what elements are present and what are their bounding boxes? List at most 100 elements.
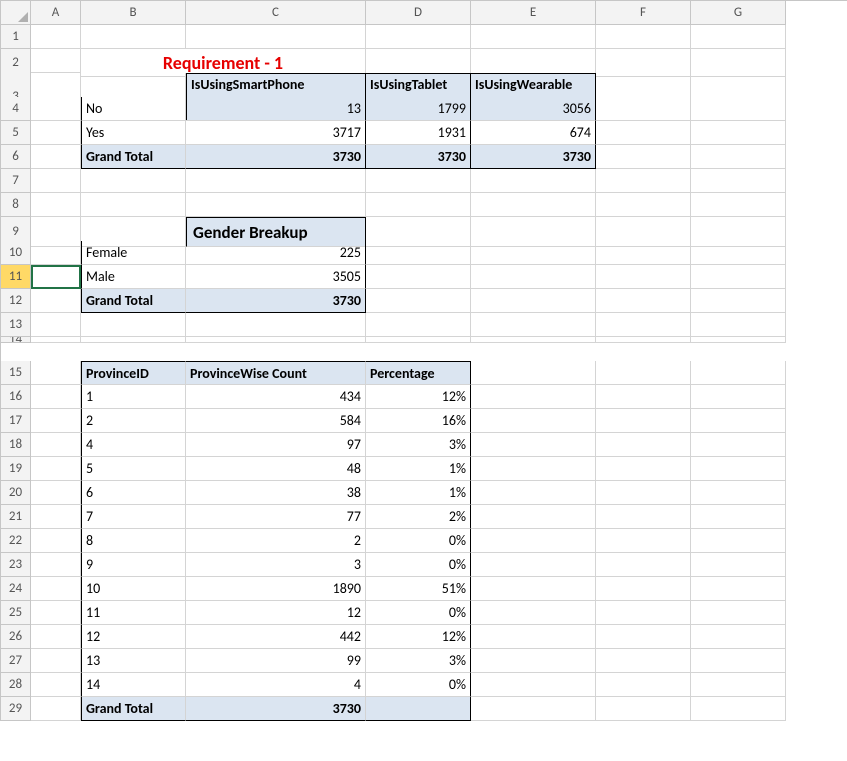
cell[interactable]	[471, 457, 596, 481]
cell[interactable]	[81, 25, 186, 49]
cell[interactable]	[691, 529, 786, 553]
cell[interactable]	[31, 529, 81, 553]
cell[interactable]	[691, 625, 786, 649]
col-header-C[interactable]: C	[186, 1, 366, 25]
cell[interactable]	[596, 433, 691, 457]
active-cell-a11[interactable]	[31, 265, 81, 289]
cell[interactable]	[31, 361, 81, 385]
cell[interactable]	[471, 241, 596, 265]
cell[interactable]	[691, 409, 786, 433]
cell[interactable]	[366, 265, 471, 289]
cell[interactable]	[31, 577, 81, 601]
cell[interactable]	[471, 577, 596, 601]
row-header-14[interactable]: 14	[1, 337, 31, 343]
cell[interactable]	[31, 121, 81, 145]
cell[interactable]	[596, 385, 691, 409]
cell[interactable]	[596, 241, 691, 265]
cell[interactable]	[691, 649, 786, 673]
cell[interactable]	[691, 505, 786, 529]
cell[interactable]	[471, 289, 596, 313]
cell[interactable]	[691, 433, 786, 457]
cell[interactable]	[471, 385, 596, 409]
row-header-7[interactable]: 7	[1, 169, 31, 193]
cell[interactable]	[31, 697, 81, 721]
cell[interactable]	[471, 193, 596, 217]
cell[interactable]	[31, 481, 81, 505]
row-header-24[interactable]: 24	[1, 577, 31, 601]
cell[interactable]	[691, 577, 786, 601]
cell[interactable]	[31, 145, 81, 169]
cell[interactable]	[31, 385, 81, 409]
cell[interactable]	[31, 505, 81, 529]
cell[interactable]	[691, 673, 786, 697]
cell[interactable]	[31, 169, 81, 193]
cell[interactable]	[471, 481, 596, 505]
cell[interactable]	[31, 553, 81, 577]
row-header-15[interactable]: 15	[1, 361, 31, 385]
cell[interactable]	[31, 193, 81, 217]
row-header-17[interactable]: 17	[1, 409, 31, 433]
row-header-10[interactable]: 10	[1, 241, 31, 265]
cell[interactable]	[596, 553, 691, 577]
row-header-5[interactable]: 5	[1, 121, 31, 145]
cell[interactable]	[471, 625, 596, 649]
cell[interactable]	[596, 145, 691, 169]
cell[interactable]	[596, 529, 691, 553]
cell[interactable]	[596, 121, 691, 145]
cell[interactable]	[31, 673, 81, 697]
cell[interactable]	[596, 673, 691, 697]
row-header-4[interactable]: 4	[1, 97, 31, 121]
cell[interactable]	[31, 289, 81, 313]
row-header-29[interactable]: 29	[1, 697, 31, 721]
row-header-21[interactable]: 21	[1, 505, 31, 529]
cell[interactable]	[691, 313, 786, 337]
row-header-18[interactable]: 18	[1, 433, 31, 457]
cell[interactable]	[81, 337, 186, 343]
cell[interactable]	[596, 289, 691, 313]
cell[interactable]	[31, 601, 81, 625]
cell[interactable]	[471, 313, 596, 337]
cell[interactable]	[596, 25, 691, 49]
cell[interactable]	[691, 121, 786, 145]
cell[interactable]	[691, 289, 786, 313]
cell[interactable]	[471, 169, 596, 193]
row-header-20[interactable]: 20	[1, 481, 31, 505]
cell[interactable]	[366, 193, 471, 217]
cell[interactable]	[596, 361, 691, 385]
cell[interactable]	[596, 97, 691, 121]
col-header-D[interactable]: D	[366, 1, 471, 25]
cell[interactable]	[691, 697, 786, 721]
cell[interactable]	[31, 625, 81, 649]
row-header-1[interactable]: 1	[1, 25, 31, 49]
cell[interactable]	[471, 601, 596, 625]
cell[interactable]	[596, 625, 691, 649]
cell[interactable]	[31, 313, 81, 337]
cell[interactable]	[691, 97, 786, 121]
col-header-E[interactable]: E	[471, 1, 596, 25]
cell[interactable]	[471, 529, 596, 553]
cell[interactable]	[596, 505, 691, 529]
cell[interactable]	[596, 481, 691, 505]
cell[interactable]	[366, 241, 471, 265]
row-header-23[interactable]: 23	[1, 553, 31, 577]
cell[interactable]	[691, 601, 786, 625]
cell[interactable]	[691, 481, 786, 505]
row-header-8[interactable]: 8	[1, 193, 31, 217]
cell[interactable]	[186, 169, 366, 193]
cell[interactable]	[691, 169, 786, 193]
cell[interactable]	[596, 649, 691, 673]
cell[interactable]	[31, 25, 81, 49]
cell[interactable]	[691, 265, 786, 289]
cell[interactable]	[81, 313, 186, 337]
col-header-B[interactable]: B	[81, 1, 186, 25]
cell[interactable]	[596, 601, 691, 625]
cell[interactable]	[691, 241, 786, 265]
cell[interactable]	[31, 241, 81, 265]
cell[interactable]	[366, 337, 471, 343]
cell[interactable]	[471, 409, 596, 433]
col-header-G[interactable]: G	[691, 1, 786, 25]
spreadsheet-grid[interactable]: ABCDEFG12Requirement - 13IsUsingSmartPho…	[0, 0, 847, 721]
cell[interactable]	[31, 433, 81, 457]
cell[interactable]	[596, 409, 691, 433]
cell[interactable]	[366, 169, 471, 193]
